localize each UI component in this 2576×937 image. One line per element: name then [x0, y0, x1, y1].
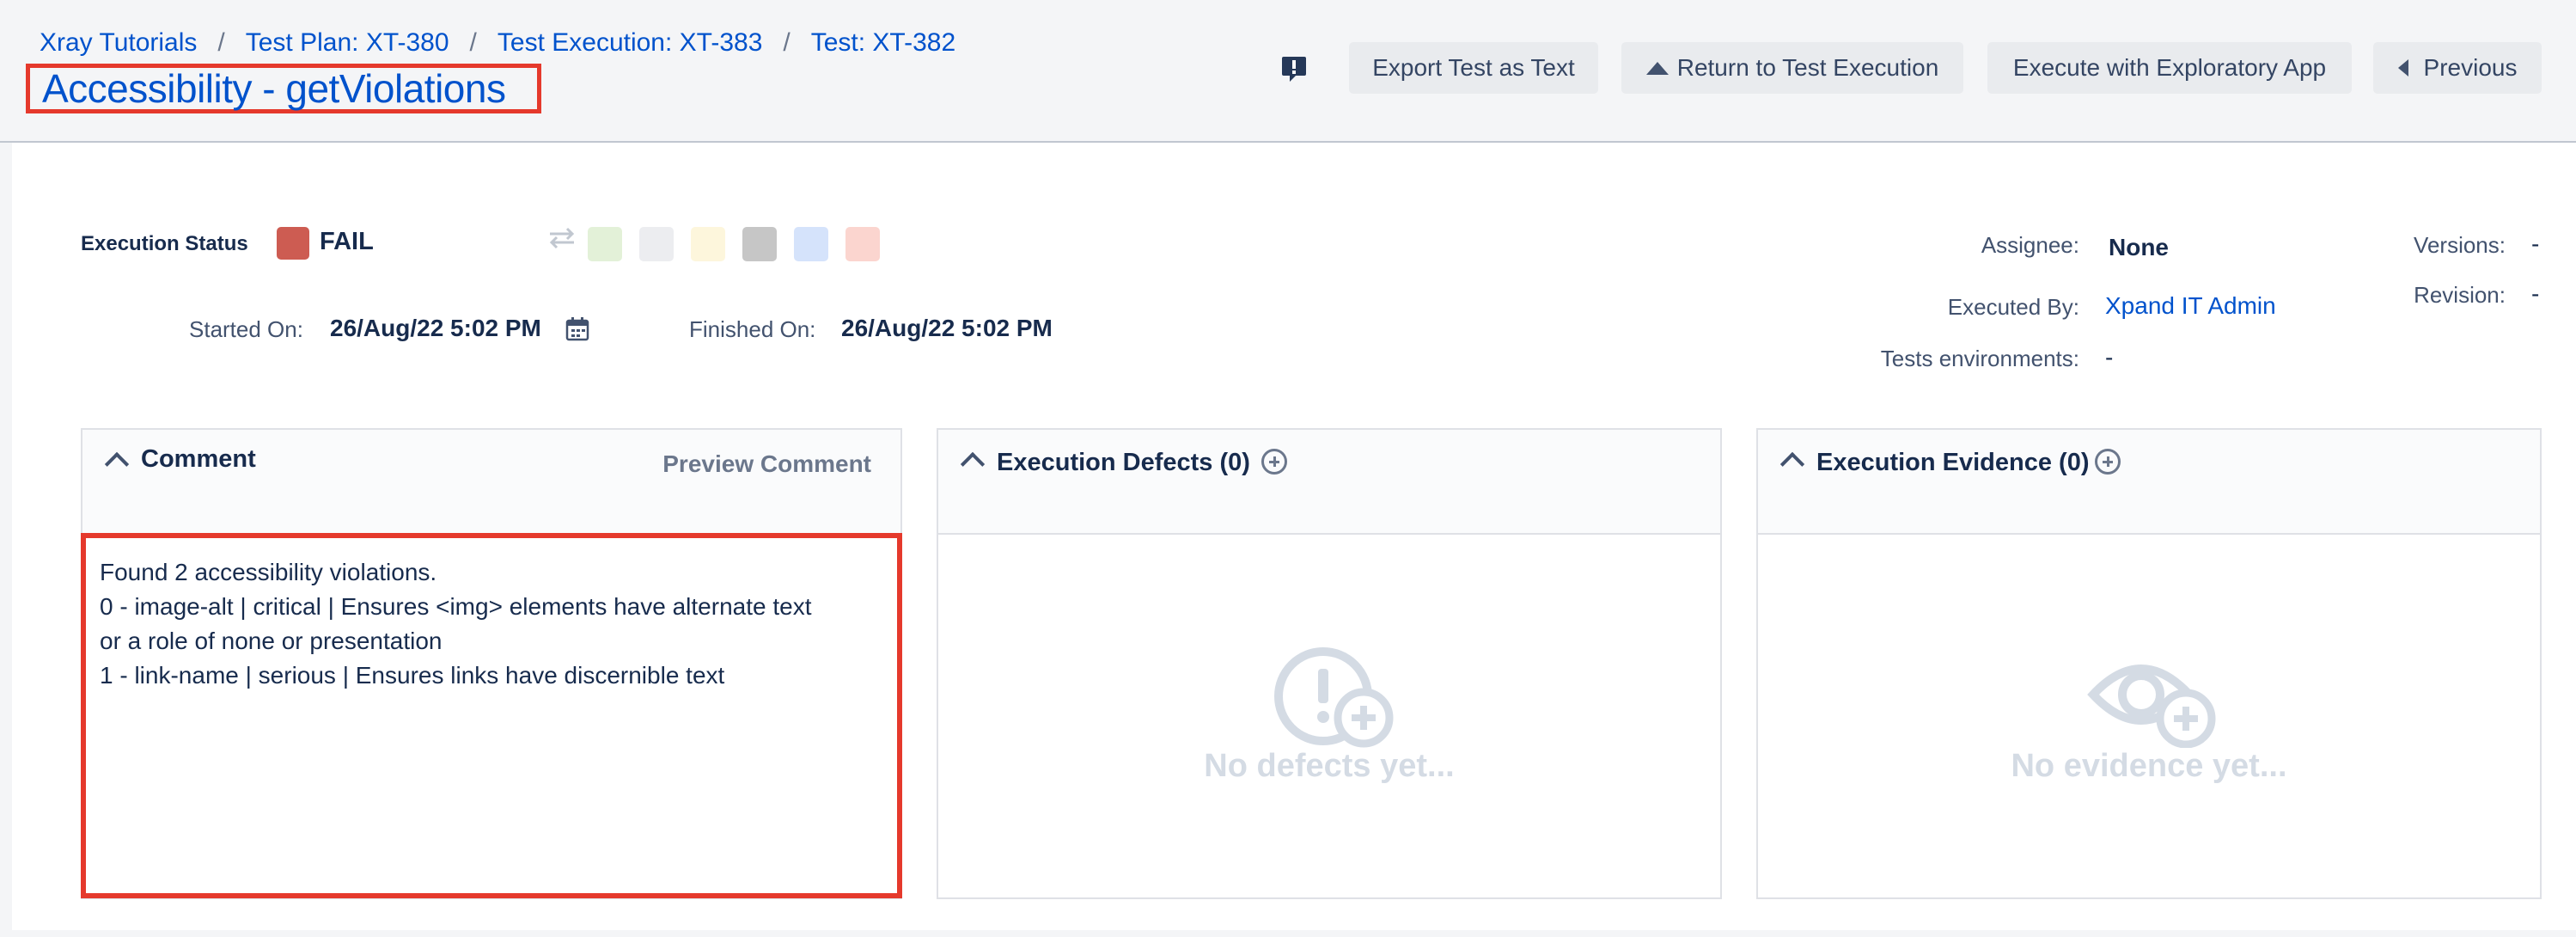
add-evidence-icon[interactable]: [2095, 449, 2121, 475]
no-defects-icon: [1273, 645, 1402, 752]
execution-evidence-title: Execution Evidence (0): [1816, 449, 2090, 476]
breadcrumb-separator: /: [783, 28, 791, 57]
breadcrumb-separator: /: [469, 28, 477, 57]
execution-defects-title: Execution Defects (0): [997, 449, 1250, 476]
started-on-value: 26/Aug/22 5:02 PM: [330, 315, 541, 341]
chevron-up-icon[interactable]: [104, 451, 130, 477]
status-todo-swatch[interactable]: [639, 227, 674, 261]
versions-label: Versions:: [2414, 232, 2506, 258]
previous-button[interactable]: Previous: [2373, 42, 2542, 94]
no-defects-text: No defects yet...: [1204, 748, 1455, 784]
comment-card-header: Comment Preview Comment: [82, 430, 900, 535]
execution-evidence-card: Execution Evidence (0) No evidence yet..…: [1756, 428, 2542, 899]
arrow-up-icon: [1645, 61, 1669, 75]
comment-line: 0 - image-alt | critical | Ensures <img>…: [100, 593, 812, 620]
comment-text: Found 2 accessibility violations. 0 - im…: [100, 555, 811, 693]
breadcrumb-project-link[interactable]: Xray Tutorials: [40, 28, 197, 58]
no-evidence-text: No evidence yet...: [2011, 748, 2287, 784]
status-color-swatch: [277, 227, 309, 260]
transition-icon[interactable]: [546, 226, 577, 254]
comment-line: Found 2 accessibility violations.: [100, 559, 437, 585]
execution-status-value[interactable]: FAIL: [320, 228, 374, 256]
exploratory-button-label: Execute with Exploratory App: [2012, 54, 2327, 81]
breadcrumb-test-plan-link[interactable]: Test Plan: XT-380: [246, 28, 449, 58]
breadcrumb-test-execution-link[interactable]: Test Execution: XT-383: [497, 28, 763, 58]
chevron-up-icon[interactable]: [1779, 451, 1805, 477]
calendar-icon[interactable]: [565, 317, 589, 346]
finished-on-value: 26/Aug/22 5:02 PM: [841, 315, 1053, 341]
comment-line: 1 - link-name | serious | Ensures links …: [100, 662, 725, 689]
status-pass-swatch[interactable]: [588, 227, 622, 261]
return-button-label: Return to Test Execution: [1676, 54, 1939, 81]
arrow-left-icon: [2397, 59, 2408, 77]
comment-line: or a role of none or presentation: [100, 628, 443, 654]
breadcrumb-separator: /: [217, 28, 225, 57]
started-on-label: Started On:: [189, 316, 303, 342]
chevron-up-icon[interactable]: [960, 451, 986, 477]
execution-status-label: Execution Status: [81, 232, 248, 255]
breadcrumb: Xray Tutorials / Test Plan: XT-380 / Tes…: [40, 26, 955, 60]
comment-textarea[interactable]: Found 2 accessibility violations. 0 - im…: [81, 533, 902, 898]
page-title-highlight: Accessibility - getViolations: [26, 64, 541, 113]
preview-comment-link[interactable]: Preview Comment: [662, 450, 871, 478]
breadcrumb-test-link[interactable]: Test: XT-382: [811, 28, 955, 58]
tests-environments-label: Tests environments:: [1880, 346, 2079, 371]
assignee-value[interactable]: None: [2109, 234, 2169, 261]
export-test-as-text-button[interactable]: Export Test as Text: [1349, 42, 1598, 94]
comment-title: Comment: [141, 445, 256, 473]
status-aborted-swatch[interactable]: [742, 227, 777, 261]
tests-environments-value: -: [2105, 344, 2114, 371]
feedback-icon[interactable]: [1279, 53, 1309, 84]
execution-defects-card: Execution Defects (0) No defects yet...: [937, 428, 1722, 899]
executed-by-link[interactable]: Xpand IT Admin: [2105, 292, 2276, 320]
export-button-label: Export Test as Text: [1372, 54, 1575, 81]
status-info-swatch[interactable]: [794, 227, 828, 261]
finished-on-label: Finished On:: [689, 316, 816, 342]
evidence-card-header: Execution Evidence (0): [1758, 430, 2540, 535]
return-to-test-execution-button[interactable]: Return to Test Execution: [1621, 42, 1963, 94]
execute-with-exploratory-app-button[interactable]: Execute with Exploratory App: [1987, 42, 2352, 94]
status-executing-swatch[interactable]: [691, 227, 725, 261]
revision-value: -: [2531, 280, 2540, 307]
previous-button-label: Previous: [2423, 54, 2518, 81]
no-evidence-icon: [2086, 650, 2224, 752]
versions-value: -: [2531, 230, 2540, 257]
executed-by-label: Executed By:: [1947, 294, 2079, 320]
assignee-label: Assignee:: [1981, 232, 2079, 258]
defects-card-header: Execution Defects (0): [938, 430, 1720, 535]
revision-label: Revision:: [2414, 282, 2506, 308]
status-fail-swatch[interactable]: [845, 227, 880, 261]
add-defect-icon[interactable]: [1261, 449, 1287, 475]
page-title[interactable]: Accessibility - getViolations: [42, 65, 506, 112]
